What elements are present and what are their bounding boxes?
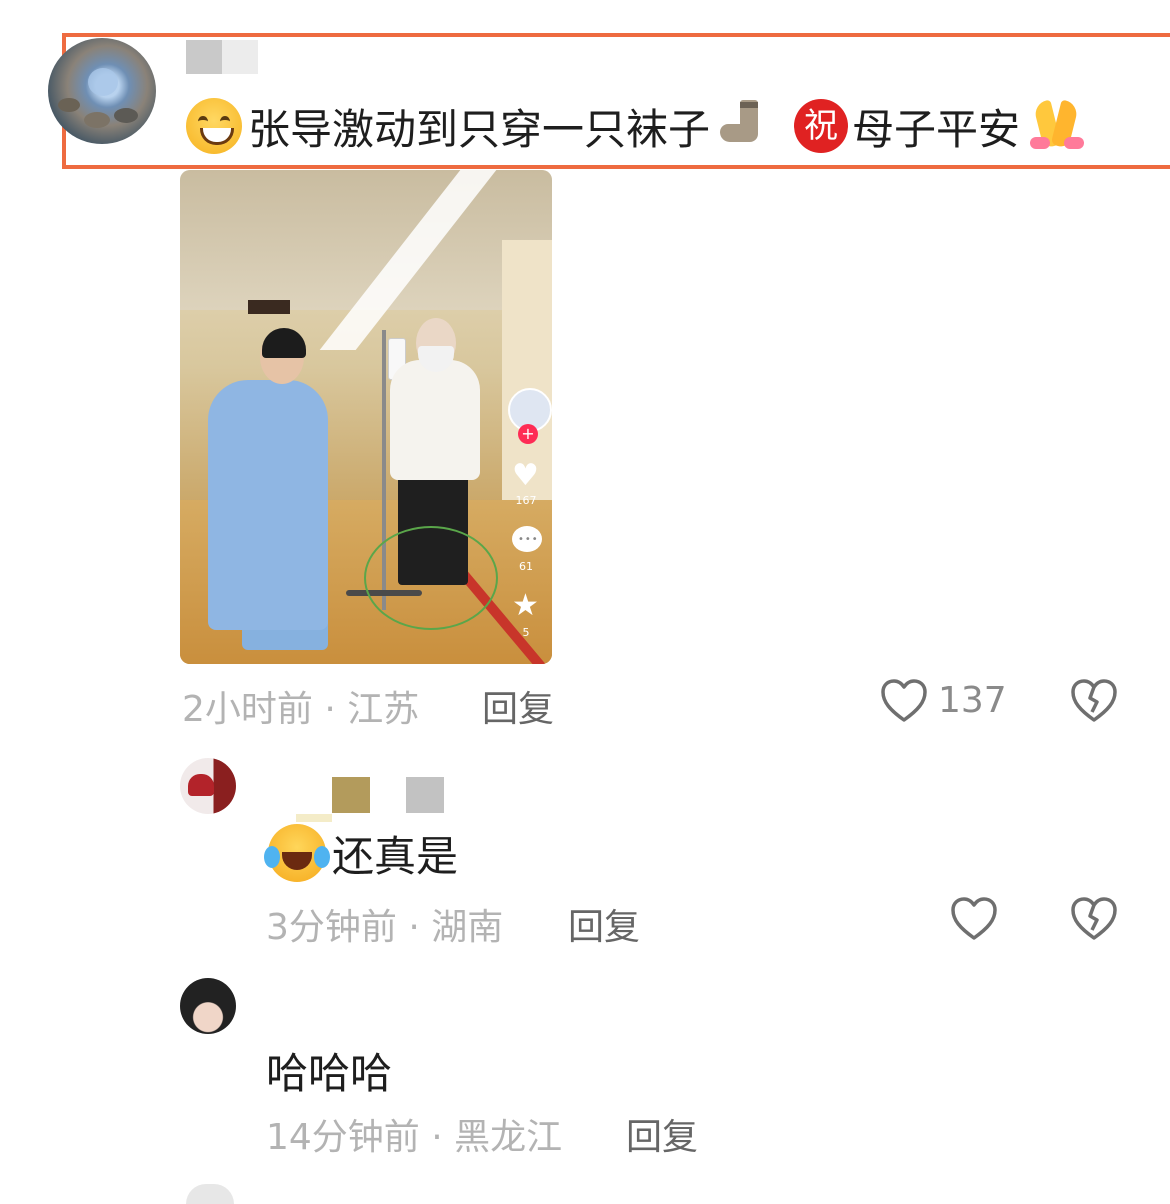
username-redacted <box>222 40 258 74</box>
follow-plus-icon[interactable]: + <box>518 424 538 444</box>
reply-text: 哈哈哈 <box>266 1042 392 1098</box>
commenter-avatar[interactable] <box>48 38 156 144</box>
reply-button[interactable]: 回复 <box>626 1108 698 1160</box>
heart-icon[interactable] <box>950 896 998 942</box>
broken-heart-icon[interactable] <box>1070 896 1118 942</box>
annotation-circle <box>364 526 498 630</box>
video-like-count: 167 <box>515 494 537 507</box>
heart-icon[interactable] <box>880 678 928 724</box>
reply-meta: 14分钟前 · 黑龙江 <box>266 1117 563 1158</box>
comment-meta: 2小时前 · 江苏 <box>182 689 420 730</box>
username-redacted <box>332 777 370 813</box>
reply-avatar[interactable] <box>180 758 236 814</box>
video-like-icon[interactable]: ♥ <box>512 458 539 493</box>
reply-text-content: 哈哈哈 <box>266 1048 393 1098</box>
broken-heart-icon[interactable] <box>1070 678 1118 724</box>
comment-text: 张导激动到只穿一只袜子 <box>248 104 711 154</box>
username-redacted <box>186 40 222 74</box>
grinning-face-emoji <box>186 98 242 154</box>
reply-avatar[interactable] <box>180 978 236 1034</box>
video-comment-count: 61 <box>519 560 533 573</box>
main-comment-text: 张导激动到只穿一只袜子 祝 母子平安 <box>186 98 1086 154</box>
video-thumbnail[interactable]: + ♥ 167 ••• 61 ★ 5 <box>180 170 552 664</box>
video-favorite-icon[interactable]: ★ <box>512 588 539 623</box>
username-redacted <box>406 777 444 813</box>
reply-text: 还真是 <box>264 824 459 882</box>
video-comment-icon[interactable]: ••• <box>512 526 542 552</box>
reply-text-content: 还真是 <box>332 831 459 881</box>
sock-emoji <box>716 98 772 154</box>
reply-button[interactable]: 回复 <box>568 898 640 950</box>
reply-meta: 3分钟前 · 湖南 <box>266 907 504 948</box>
folded-hands-emoji <box>1028 97 1086 155</box>
reply-avatar[interactable] <box>186 1184 234 1204</box>
congratulation-emoji: 祝 <box>794 99 849 153</box>
video-favorite-count: 5 <box>522 626 530 639</box>
like-count: 137 <box>938 680 1007 721</box>
rolling-on-floor-laughing-emoji <box>264 824 330 882</box>
comment-text-2: 母子平安 <box>852 104 1021 154</box>
username-redacted <box>296 814 332 822</box>
reply-button[interactable]: 回复 <box>482 680 554 732</box>
